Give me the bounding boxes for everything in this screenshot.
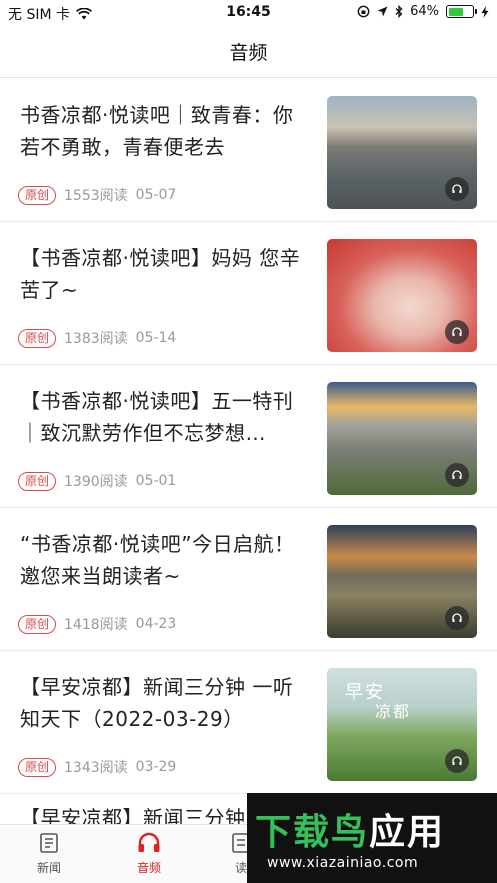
watermark-logo-text: 下载鸟应用 bbox=[255, 803, 445, 855]
item-title: 书香凉都·悦读吧｜致青春：你若不勇敢，青春便老去 bbox=[20, 103, 294, 159]
item-meta: 原创 1390阅读 05-01 bbox=[18, 471, 176, 491]
headphones-icon[interactable] bbox=[445, 463, 469, 487]
headphones-icon[interactable] bbox=[445, 177, 469, 201]
original-badge: 原创 bbox=[18, 614, 57, 634]
list-item[interactable]: 书香凉都·悦读吧｜致青春：你若不勇敢，青春便老去 原创 1553阅读 05-07 bbox=[0, 79, 497, 222]
item-meta: 原创 1418阅读 04-23 bbox=[18, 614, 176, 634]
orientation-lock-icon bbox=[357, 5, 370, 18]
tab-audio[interactable]: 音频 bbox=[114, 831, 184, 876]
headphones-icon[interactable] bbox=[445, 749, 469, 773]
item-meta: 原创 1343阅读 03-29 bbox=[18, 757, 176, 777]
headphones-icon[interactable] bbox=[445, 320, 469, 344]
location-icon bbox=[377, 6, 388, 17]
original-badge: 原创 bbox=[18, 185, 57, 205]
publish-date: 04-23 bbox=[135, 616, 177, 632]
nav-bar: 音频 bbox=[0, 26, 497, 78]
original-badge: 原创 bbox=[18, 757, 57, 777]
list-item[interactable]: 【早安凉都】新闻三分钟 一听知天下（2022-03-29） 原创 1343阅读 … bbox=[0, 651, 497, 794]
item-title: 【书香凉都·悦读吧】妈妈 您辛苦了~ bbox=[20, 246, 301, 302]
item-meta: 原创 1553阅读 05-07 bbox=[18, 185, 176, 205]
charging-icon bbox=[481, 5, 489, 18]
publish-date: 03-29 bbox=[135, 759, 177, 775]
list-item[interactable]: “书香凉都·悦读吧”今日启航！邀您来当朗读者~ 原创 1418阅读 04-23 bbox=[0, 508, 497, 651]
tab-label: 读 bbox=[234, 861, 247, 875]
status-right: 64% bbox=[357, 4, 489, 19]
read-count: 1390阅读 bbox=[64, 474, 128, 490]
page-title: 音频 bbox=[229, 42, 268, 64]
battery-level bbox=[448, 7, 464, 16]
item-thumbnail[interactable] bbox=[327, 525, 477, 638]
headphones-icon bbox=[138, 832, 160, 852]
item-title: 【书香凉都·悦读吧】五一特刊｜致沉默劳作但不忘梦想… bbox=[20, 389, 294, 445]
publish-date: 05-07 bbox=[135, 187, 177, 203]
read-count: 1383阅读 bbox=[64, 331, 128, 347]
item-thumbnail[interactable] bbox=[327, 382, 477, 495]
audio-list[interactable]: 书香凉都·悦读吧｜致青春：你若不勇敢，青春便老去 原创 1553阅读 05-07… bbox=[0, 79, 497, 824]
publish-date: 05-01 bbox=[135, 473, 177, 489]
read-count: 1553阅读 bbox=[64, 188, 128, 204]
watermark-url: www.xiazainiao.com bbox=[267, 855, 419, 871]
tab-label: 新闻 bbox=[36, 861, 61, 875]
watermark: 下载鸟应用 www.xiazainiao.com bbox=[247, 793, 497, 883]
watermark-text: 下载鸟应用 bbox=[255, 812, 446, 853]
thumbnail-caption: 凉都 bbox=[375, 702, 412, 721]
item-thumbnail[interactable]: 早安 凉都 bbox=[327, 668, 477, 781]
read-count: 1343阅读 bbox=[64, 760, 128, 776]
battery-icon bbox=[446, 5, 477, 18]
headphones-icon[interactable] bbox=[445, 606, 469, 630]
item-meta: 原创 1383阅读 05-14 bbox=[18, 328, 176, 348]
tab-news[interactable]: 新闻 bbox=[14, 831, 84, 876]
status-bar: 无 SIM 卡 16:45 64% bbox=[0, 0, 497, 26]
list-item[interactable]: 【书香凉都·悦读吧】五一特刊｜致沉默劳作但不忘梦想… 原创 1390阅读 05-… bbox=[0, 365, 497, 508]
item-thumbnail[interactable] bbox=[327, 239, 477, 352]
item-title: “书香凉都·悦读吧”今日启航！邀您来当朗读者~ bbox=[20, 532, 295, 588]
original-badge: 原创 bbox=[18, 471, 57, 491]
original-badge: 原创 bbox=[18, 328, 57, 348]
tab-label: 音频 bbox=[136, 861, 161, 875]
news-icon bbox=[40, 833, 58, 853]
list-item[interactable]: 【书香凉都·悦读吧】妈妈 您辛苦了~ 原创 1383阅读 05-14 bbox=[0, 222, 497, 365]
battery-percent: 64% bbox=[410, 4, 439, 19]
publish-date: 05-14 bbox=[135, 330, 177, 346]
bluetooth-icon bbox=[395, 5, 403, 18]
read-count: 1418阅读 bbox=[64, 617, 128, 633]
item-thumbnail[interactable] bbox=[327, 96, 477, 209]
item-title: 【早安凉都】新闻三分钟 一听知天下（2022-03-29） bbox=[20, 675, 294, 731]
